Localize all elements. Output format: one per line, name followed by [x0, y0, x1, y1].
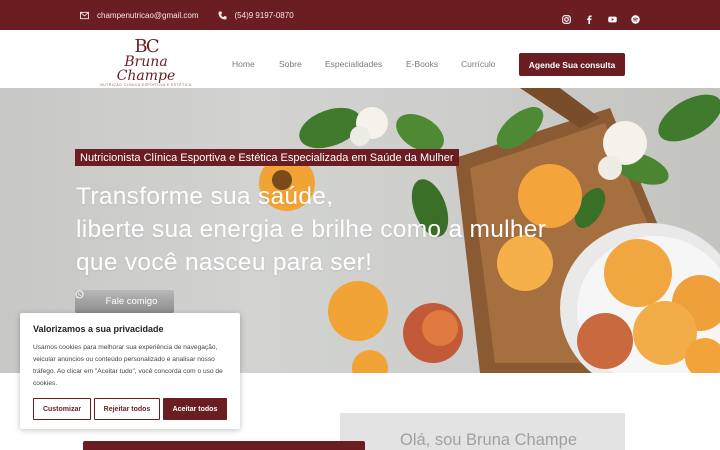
whatsapp-button[interactable]: Fale comigo: [75, 290, 174, 313]
cookie-consent-dialog: Valorizamos a sua privacidade Usamos coo…: [20, 313, 240, 429]
whatsapp-icon: [75, 290, 101, 306]
facebook-icon[interactable]: [585, 11, 594, 24]
site-logo[interactable]: BC Bruna Champe NUTRIÇÃO CLÍNICA ESPORTI…: [96, 38, 196, 93]
hero-title: Transforme sua saúde, liberte sua energi…: [76, 180, 596, 279]
about-title: Olá, sou Bruna Champe: [400, 431, 578, 449]
contact-info: champenutricao@gmail.com (54)9 9197-0870: [80, 0, 294, 30]
email-link[interactable]: champenutricao@gmail.com: [97, 11, 199, 20]
whatsapp-button-label: Fale comigo: [105, 296, 158, 307]
phone-icon: [217, 10, 227, 20]
section-card-top: [83, 441, 365, 450]
nav-item-curriculo[interactable]: Currículo: [461, 59, 495, 69]
social-links: [562, 0, 640, 30]
schedule-button[interactable]: Agende Sua consulta: [519, 53, 625, 76]
hero-title-line: Transforme sua saúde,: [76, 183, 334, 210]
hero-title-line: que você nasceu para ser!: [76, 249, 373, 276]
phone-link[interactable]: (54)9 9197-0870: [235, 11, 294, 20]
reject-all-button[interactable]: Rejeitar todos: [94, 398, 160, 420]
accept-all-button[interactable]: Aceitar todos: [163, 398, 227, 420]
logo-name: Bruna Champe: [116, 54, 176, 84]
hero-title-line: liberte sua energia e brilhe como a mulh…: [76, 216, 547, 243]
cookie-title: Valorizamos a sua privacidade: [33, 324, 164, 334]
instagram-icon[interactable]: [562, 11, 571, 24]
nav-item-home[interactable]: Home: [232, 59, 255, 69]
nav-item-ebooks[interactable]: E-Books: [406, 59, 438, 69]
nav-item-especialidades[interactable]: Especialidades: [325, 59, 382, 69]
nav-item-sobre[interactable]: Sobre: [279, 59, 302, 69]
top-bar: champenutricao@gmail.com (54)9 9197-0870: [0, 0, 720, 30]
hero-badge: Nutricionista Clínica Esportiva e Estéti…: [75, 149, 459, 166]
youtube-icon[interactable]: [608, 11, 617, 22]
customize-button[interactable]: Customizar: [33, 398, 91, 420]
cookie-text: Usamos cookies para melhorar sua experiê…: [33, 344, 223, 387]
spotify-icon[interactable]: [631, 11, 640, 24]
mail-icon: [80, 11, 89, 20]
